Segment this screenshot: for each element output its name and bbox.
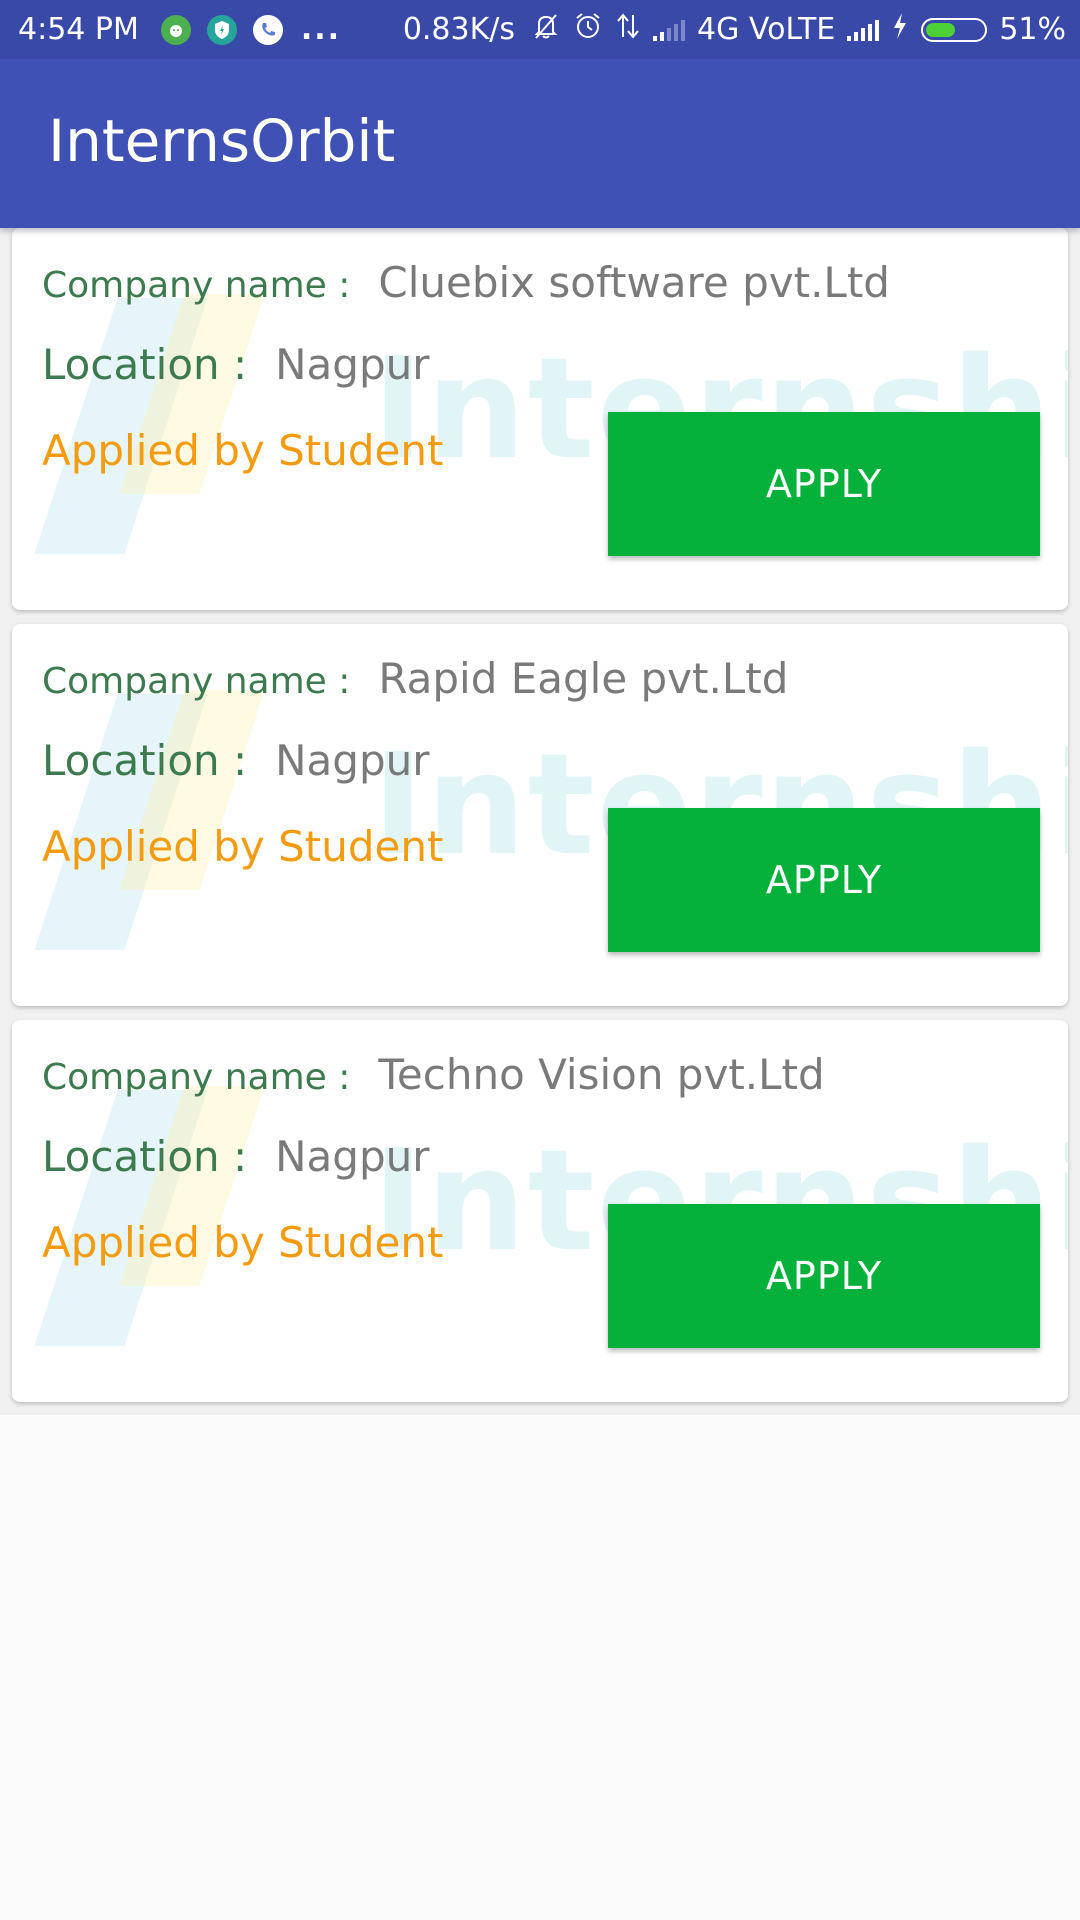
alarm-icon — [573, 11, 603, 49]
location-row: Location : Nagpur — [42, 340, 430, 389]
company-name: Cluebix software pvt.Ltd — [378, 258, 890, 307]
battery-level — [926, 22, 955, 37]
company-row: Company name : Rapid Eagle pvt.Ltd — [42, 654, 788, 703]
apply-button[interactable]: APPLY — [608, 808, 1040, 952]
shield-notification-icon — [206, 14, 237, 45]
company-row: Company name : Cluebix software pvt.Ltd — [42, 258, 890, 307]
company-label: Company name : — [42, 265, 351, 306]
location-label: Location : — [42, 736, 248, 785]
more-notifications-icon: ... — [300, 12, 342, 47]
internship-card: Internships Company name : Cluebix softw… — [12, 228, 1068, 610]
signal-weak-icon — [653, 19, 686, 41]
location-value: Nagpur — [275, 340, 430, 389]
apply-button[interactable]: APPLY — [608, 412, 1040, 556]
company-row: Company name : Techno Vision pvt.Ltd — [42, 1050, 825, 1099]
location-label: Location : — [42, 1132, 248, 1181]
company-label: Company name : — [42, 661, 351, 702]
signal-icon — [847, 19, 880, 41]
phone-notification-icon — [252, 14, 283, 45]
internship-list[interactable]: Internships Company name : Cluebix softw… — [0, 228, 1080, 1415]
charging-icon — [891, 11, 909, 49]
battery-icon — [921, 17, 988, 42]
status-bar: 4:54 PM ... 0.83K/s 4G VoLTE 51% — [0, 0, 1080, 59]
applied-status: Applied by Student — [42, 822, 444, 871]
company-label: Company name : — [42, 1057, 351, 1098]
battery-percent: 51% — [999, 12, 1066, 47]
company-name: Techno Vision pvt.Ltd — [378, 1050, 825, 1099]
status-time: 4:54 PM — [18, 12, 139, 47]
app-bar: InternsOrbit — [0, 59, 1080, 228]
internship-card: Internships Company name : Rapid Eagle p… — [12, 624, 1068, 1006]
app-title: InternsOrbit — [48, 107, 396, 175]
internship-card: Internships Company name : Techno Vision… — [12, 1020, 1068, 1402]
data-arrows-icon — [615, 11, 641, 49]
company-name: Rapid Eagle pvt.Ltd — [378, 654, 789, 703]
applied-status: Applied by Student — [42, 426, 444, 475]
apply-button[interactable]: APPLY — [608, 1204, 1040, 1348]
android-notification-icon — [160, 14, 191, 45]
location-row: Location : Nagpur — [42, 1132, 430, 1181]
location-value: Nagpur — [275, 1132, 430, 1181]
applied-status: Applied by Student — [42, 1218, 444, 1267]
network-label: 4G VoLTE — [697, 12, 836, 47]
location-row: Location : Nagpur — [42, 736, 430, 785]
location-label: Location : — [42, 340, 248, 389]
bell-off-icon — [531, 11, 561, 49]
location-value: Nagpur — [275, 736, 430, 785]
net-speed: 0.83K/s — [402, 12, 516, 47]
